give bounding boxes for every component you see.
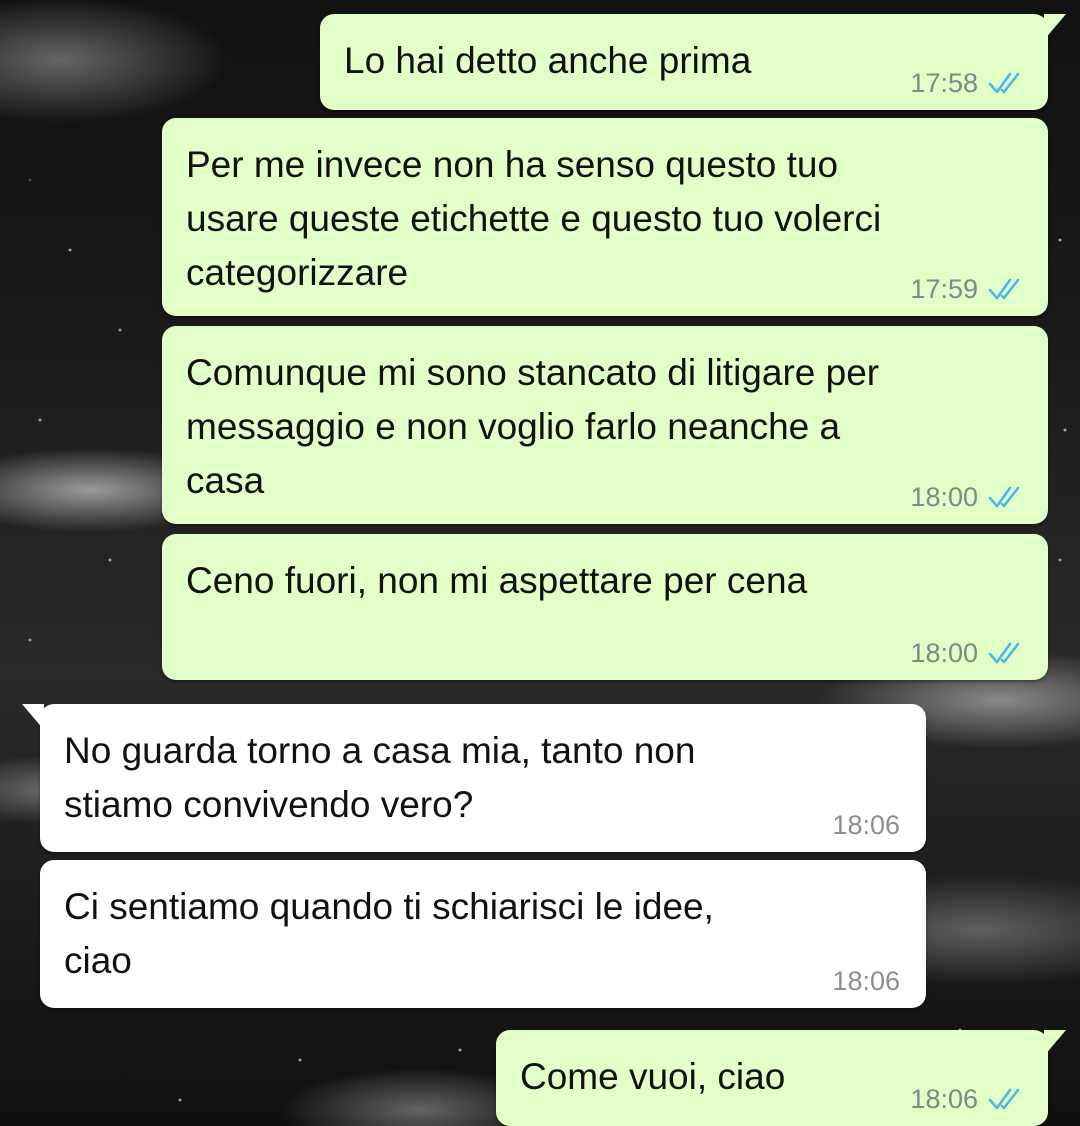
double-check-read-icon xyxy=(988,72,1020,94)
message-bubble-outgoing[interactable]: Per me invece non ha senso questo tuo us… xyxy=(162,118,1048,316)
message-bubble-incoming[interactable]: No guarda torno a casa mia, tanto non st… xyxy=(22,704,926,852)
message-text: Comunque mi sono stancato di litigare pe… xyxy=(186,352,880,501)
message-meta: 17:58 xyxy=(910,68,1024,98)
message-text: No guarda torno a casa mia, tanto non st… xyxy=(64,730,696,825)
chat-message-list[interactable]: Lo hai detto anche prima 17:58 Per me in… xyxy=(0,0,1080,1126)
bubble-tail xyxy=(1044,14,1066,40)
message-text: Ci sentiamo quando ti schiarisci le idee… xyxy=(64,886,714,981)
message-bubble-incoming[interactable]: Ci sentiamo quando ti schiarisci le idee… xyxy=(40,860,926,1008)
message-bubble-outgoing[interactable]: Lo hai detto anche prima 17:58 xyxy=(320,14,1066,110)
message-time: 18:06 xyxy=(832,966,900,996)
bubble-tail xyxy=(1044,1030,1066,1056)
message-meta: 18:06 xyxy=(832,810,900,840)
message-time: 18:06 xyxy=(832,810,900,840)
message-bubble-outgoing[interactable]: Ceno fuori, non mi aspettare per cena 18… xyxy=(162,534,1048,680)
message-time: 18:00 xyxy=(910,482,978,512)
message-meta: 17:59 xyxy=(910,274,1024,304)
message-time: 17:58 xyxy=(910,68,978,98)
message-meta: 18:06 xyxy=(910,1084,1024,1114)
message-text: Per me invece non ha senso questo tuo us… xyxy=(186,144,882,293)
double-check-read-icon xyxy=(988,486,1020,508)
message-text: Ceno fuori, non mi aspettare per cena xyxy=(186,560,808,601)
double-check-read-icon xyxy=(988,278,1020,300)
message-meta: 18:00 xyxy=(910,638,1024,668)
message-time: 17:59 xyxy=(910,274,978,304)
bubble-tail xyxy=(22,704,44,730)
message-bubble-outgoing[interactable]: Comunque mi sono stancato di litigare pe… xyxy=(162,326,1048,524)
message-time: 18:00 xyxy=(910,638,978,668)
message-meta: 18:06 xyxy=(832,966,900,996)
message-time: 18:06 xyxy=(910,1084,978,1114)
double-check-read-icon xyxy=(988,1088,1020,1110)
message-bubble-outgoing[interactable]: Come vuoi, ciao 18:06 xyxy=(496,1030,1066,1126)
message-meta: 18:00 xyxy=(910,482,1024,512)
double-check-read-icon xyxy=(988,642,1020,664)
